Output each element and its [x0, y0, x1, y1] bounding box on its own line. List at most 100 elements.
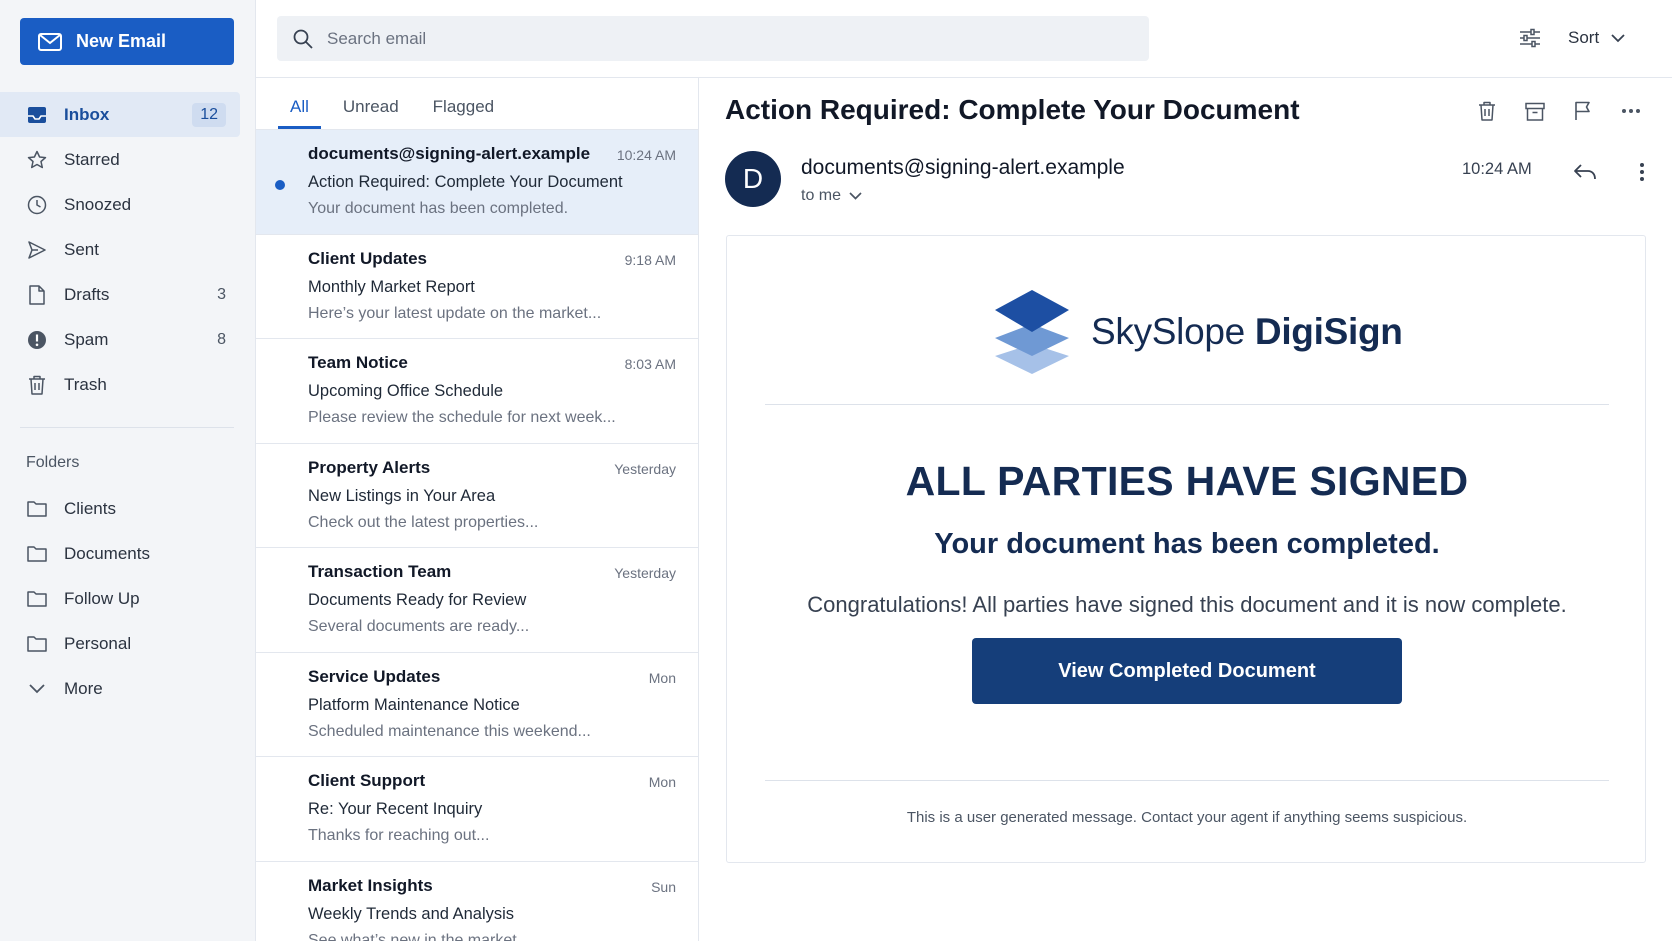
sidebar-item-drafts[interactable]: Drafts 3	[0, 272, 256, 317]
folder-follow-up[interactable]: Follow Up	[0, 576, 256, 621]
folder-label: Documents	[64, 543, 150, 563]
spam-count: 8	[217, 330, 226, 348]
mail-icon	[38, 32, 62, 51]
sidebar-item-label: Trash	[64, 374, 107, 394]
message-time: Sun	[651, 878, 676, 895]
reply-button[interactable]	[1571, 159, 1599, 185]
message-row[interactable]: Service Updates Mon Platform Maintenance…	[256, 653, 698, 757]
tab-flagged[interactable]: Flagged	[421, 97, 506, 129]
archive-icon	[1525, 102, 1545, 121]
email-subheadline: Your document has been completed.	[934, 528, 1440, 560]
message-preview: Thanks for reaching out...	[308, 827, 490, 844]
sidebar-item-label: Sent	[64, 239, 99, 259]
message-row[interactable]: Client Updates 9:18 AM Monthly Market Re…	[256, 235, 698, 339]
reply-icon	[1574, 164, 1596, 180]
email-disclaimer: This is a user generated message. Contac…	[906, 809, 1468, 826]
sidebar: New Email Inbox 12 Starred Snoozed Sent …	[0, 0, 256, 941]
new-email-button[interactable]: New Email	[20, 18, 234, 65]
message-time: Mon	[648, 669, 676, 686]
folder-icon	[26, 498, 48, 520]
tab-all[interactable]: All	[278, 97, 321, 129]
filter-button[interactable]	[1516, 24, 1544, 52]
recipient-label: to me	[801, 187, 842, 204]
sidebar-item-snoozed[interactable]: Snoozed	[0, 182, 256, 227]
folder-label: More	[64, 678, 103, 698]
message-row[interactable]: Property Alerts Yesterday New Listings i…	[256, 444, 698, 548]
message-preview: Here’s your latest update on the market.…	[308, 304, 602, 322]
sidebar-item-starred[interactable]: Starred	[0, 137, 256, 182]
sidebar-item-label: Starred	[64, 149, 120, 169]
unread-dot	[275, 180, 285, 190]
message-preview: Several documents are ready...	[308, 618, 530, 635]
message-sender: Client Support	[308, 771, 426, 790]
delete-button[interactable]	[1474, 98, 1500, 124]
message-row[interactable]: Client Support Mon Re: Your Recent Inqui…	[256, 757, 698, 862]
new-email-label: New Email	[76, 31, 167, 51]
search-icon	[293, 29, 313, 49]
sidebar-item-label: Spam	[64, 329, 109, 349]
brand-name-bold: DigiSign	[1254, 311, 1403, 352]
tab-unread[interactable]: Unread	[331, 97, 411, 129]
sidebar-item-label: Drafts	[64, 284, 110, 304]
message-row[interactable]: Team Notice 8:03 AM Upcoming Office Sche…	[256, 339, 698, 444]
sidebar-item-sent[interactable]: Sent	[0, 227, 256, 272]
sidebar-item-inbox[interactable]: Inbox 12	[0, 92, 240, 137]
view-document-button[interactable]: View Completed Document	[972, 638, 1402, 704]
folder-icon	[26, 543, 48, 565]
sidebar-item-label: Snoozed	[64, 194, 132, 214]
sidebar-item-spam[interactable]: Spam 8	[0, 317, 256, 362]
reading-pane: Action Required: Complete Your Document …	[700, 78, 1672, 941]
email-divider-bottom	[765, 780, 1609, 781]
search-bar[interactable]	[277, 16, 1149, 61]
flag-icon	[1575, 101, 1590, 120]
folder-personal[interactable]: Personal	[0, 621, 256, 666]
folder-documents[interactable]: Documents	[0, 531, 256, 576]
sidebar-item-trash[interactable]: Trash	[0, 362, 256, 407]
sort-button[interactable]: Sort	[1568, 24, 1625, 52]
stacked-layers-icon	[995, 290, 1069, 374]
message-sender: Team Notice	[308, 353, 408, 372]
message-subject: New Listings in Your Area	[308, 486, 496, 505]
kebab-icon	[1640, 163, 1644, 181]
recipient-toggle[interactable]: to me	[801, 187, 862, 205]
message-subject: Documents Ready for Review	[308, 591, 527, 609]
drafts-count: 3	[217, 285, 226, 303]
message-preview: See what’s new in the market...	[308, 931, 531, 941]
more-button[interactable]	[1618, 98, 1644, 124]
email-body-text: Congratulations! All parties have signed…	[807, 592, 1567, 617]
message-row[interactable]: documents@signing-alert.example 10:24 AM…	[256, 130, 698, 235]
trash-icon	[1479, 101, 1495, 121]
message-time: Yesterday	[614, 565, 676, 581]
inbox-icon	[26, 104, 48, 126]
email-body: SkySlope DigiSign ALL PARTIES HAVE SIGNE…	[726, 235, 1646, 863]
message-time: 9:18 AM	[624, 251, 676, 268]
brand-name-light: SkySlope	[1091, 311, 1245, 352]
sidebar-nav: Inbox 12 Starred Snoozed Sent Drafts 3 S…	[0, 92, 256, 407]
message-preview: Your document has been completed.	[308, 200, 569, 217]
message-preview: Check out the latest properties...	[308, 513, 539, 531]
brand-name: SkySlope DigiSign	[1091, 311, 1403, 353]
folders-more[interactable]: More	[0, 666, 256, 711]
message-preview: Scheduled maintenance this weekend...	[308, 722, 591, 740]
message-preview: Please review the schedule for next week…	[308, 409, 616, 426]
search-input[interactable]	[327, 28, 1087, 49]
folder-label: Follow Up	[64, 588, 140, 608]
message-row[interactable]: Market Insights Sun Weekly Trends and An…	[256, 862, 698, 941]
folder-clients[interactable]: Clients	[0, 486, 256, 531]
message-subject: Platform Maintenance Notice	[308, 695, 520, 714]
trash-icon	[26, 374, 48, 396]
sliders-icon	[1520, 28, 1540, 48]
flag-button[interactable]	[1570, 98, 1596, 124]
message-menu-button[interactable]	[1632, 159, 1652, 185]
brand-logo: SkySlope DigiSign	[993, 288, 1403, 376]
message-list: All Unread Flagged documents@signing-ale…	[256, 78, 699, 941]
sidebar-divider	[20, 427, 234, 428]
message-row[interactable]: Transaction Team Yesterday Documents Rea…	[256, 548, 698, 653]
message-subject: Monthly Market Report	[308, 277, 475, 296]
email-actions	[1452, 98, 1644, 124]
archive-button[interactable]	[1522, 98, 1548, 124]
folder-label: Personal	[64, 633, 132, 653]
clock-icon	[26, 194, 48, 216]
spam-icon	[26, 329, 48, 351]
email-headline: ALL PARTIES HAVE SIGNED	[905, 458, 1469, 504]
